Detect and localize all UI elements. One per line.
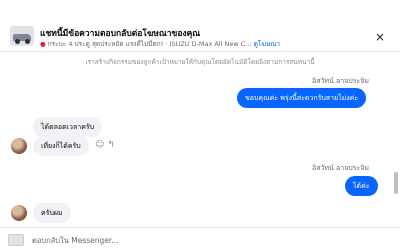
system-notice: เราสร้างกิจกรรมของลูกค้าเป้าหมายให้กับคุ… <box>85 58 315 66</box>
header-subtitle: ● กระบะ 4 ประตู สุดประหยัด แรงดีไม่มีตก!… <box>40 39 280 49</box>
message-composer <box>0 227 400 250</box>
message-bubble-outgoing[interactable]: ได้ค่ะ <box>345 176 378 196</box>
message-bubble-incoming[interactable]: เที่ยงก็ได้ครับ <box>33 136 89 156</box>
message-bubble-incoming[interactable]: ครับผม <box>33 203 71 223</box>
reply-icon[interactable]: ↰ <box>107 140 115 150</box>
ad-name: ISUZU D-Max All New C... <box>169 40 252 48</box>
wheel-shape <box>15 39 20 44</box>
location-pin-icon: ● <box>40 40 46 48</box>
message-bubble-outgoing[interactable]: ขอบคุณค่ะ พรุ่งนี้สะดวกรับสายไม่งค่ะ <box>237 88 367 108</box>
wheel-shape <box>25 39 30 44</box>
sender-name: อิสวัทน์ อาจประจิม <box>312 164 369 172</box>
message-actions: ☺ ↰ <box>95 140 115 150</box>
ad-page-name: กระบะ 4 ประตู สุดประหยัด แรงดีไม่มีตก! <box>47 40 164 48</box>
sender-name: อิสวัทน์ อาจประจิม <box>312 77 369 85</box>
ad-reply-header: แชทนี้มีข้อความตอบกลับต่อโฆษณาของคุณ ● ก… <box>0 0 400 52</box>
header-title: แชทนี้มีข้อความตอบกลับต่อโฆษณาของคุณ <box>40 29 201 39</box>
scrollbar-thumb[interactable] <box>394 172 398 194</box>
reply-input[interactable] <box>32 233 362 247</box>
avatar[interactable] <box>11 205 27 221</box>
subtitle-separator: · <box>165 40 168 48</box>
close-icon[interactable]: × <box>372 29 388 45</box>
page-avatar <box>8 234 24 246</box>
ad-thumbnail[interactable] <box>10 26 34 46</box>
smile-icon[interactable]: ☺ <box>95 140 104 150</box>
avatar[interactable] <box>11 138 27 154</box>
message-bubble-incoming[interactable]: ได้ตลอดเวลาครับ <box>33 117 103 137</box>
view-ad-link[interactable]: ดูโฆษณา <box>254 40 281 48</box>
